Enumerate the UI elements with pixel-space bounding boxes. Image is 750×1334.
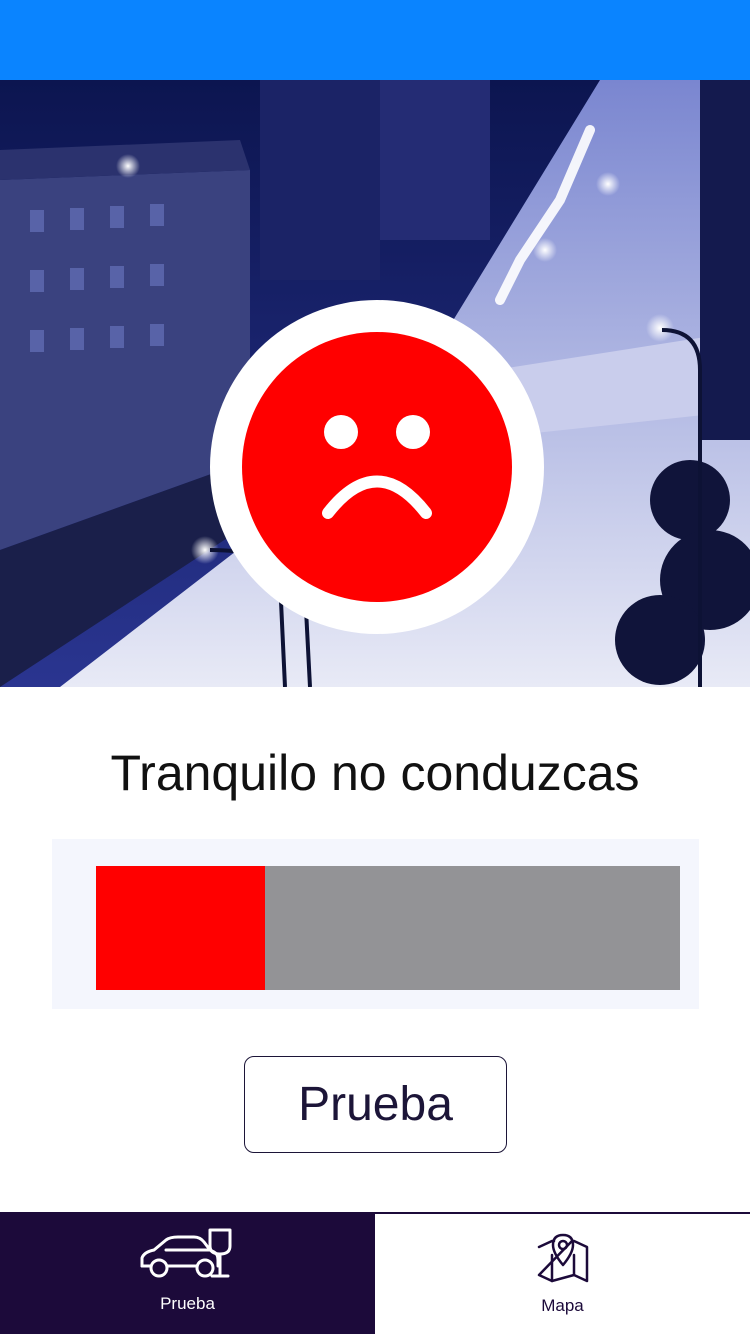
level-meter-fill (96, 866, 266, 990)
left-eye (324, 415, 358, 449)
face-background (242, 332, 512, 602)
level-meter-panel (52, 839, 699, 1009)
tab-bar: Prueba Mapa (0, 1212, 750, 1334)
map-pin-icon (535, 1230, 591, 1288)
status-bar (0, 0, 750, 80)
level-meter-track (96, 866, 680, 990)
sad-face-icon (210, 300, 544, 634)
tab-mapa[interactable]: Mapa (375, 1212, 750, 1334)
right-eye (396, 415, 430, 449)
app-screen: Tranquilo no conduzcas Prueba Prueba Map… (0, 0, 750, 1334)
tab-label-prueba: Prueba (160, 1294, 215, 1313)
tab-label-mapa: Mapa (541, 1296, 584, 1315)
result-message: Tranquilo no conduzcas (110, 745, 640, 801)
tab-prueba[interactable]: Prueba (0, 1212, 375, 1334)
car-drink-icon (138, 1228, 238, 1286)
hero-image (0, 80, 750, 687)
test-button[interactable]: Prueba (244, 1056, 507, 1153)
